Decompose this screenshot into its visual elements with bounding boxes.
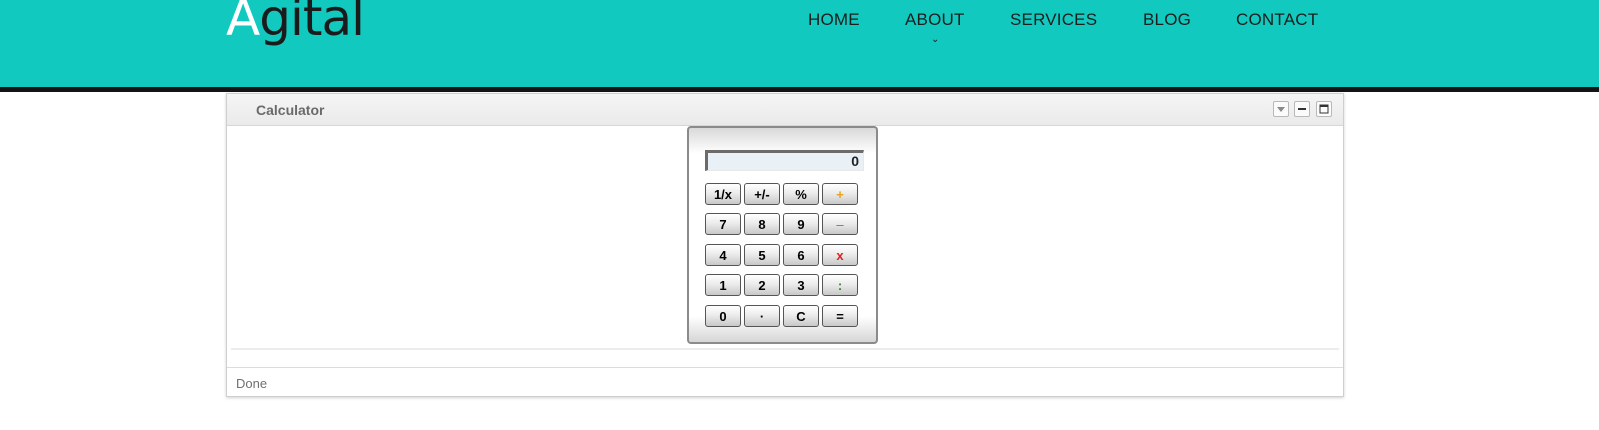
portlet-footer: Done	[227, 367, 1343, 397]
key-plus[interactable]: +	[822, 183, 858, 205]
calculator-display: 0	[705, 150, 864, 171]
key-6[interactable]: 6	[783, 244, 819, 266]
site-header: Agital HOME ABOUT ⌄ SERVICES BLOG CONTAC…	[0, 0, 1599, 92]
maximize-icon[interactable]	[1316, 101, 1332, 117]
nav-item-about[interactable]: ABOUT	[905, 10, 965, 30]
key-minus[interactable]: –	[822, 213, 858, 235]
key-decimal[interactable]: ·	[744, 305, 780, 327]
key-equals[interactable]: =	[822, 305, 858, 327]
key-5[interactable]: 5	[744, 244, 780, 266]
key-percent[interactable]: %	[783, 183, 819, 205]
key-reciprocal[interactable]: 1/x	[705, 183, 741, 205]
logo-first-letter: A	[226, 0, 260, 47]
key-1[interactable]: 1	[705, 274, 741, 296]
key-divide[interactable]: :	[822, 274, 858, 296]
key-multiply[interactable]: x	[822, 244, 858, 266]
calculator-portlet: Calculator 0 1/x +/- % + 7 8 9 – 4 5 6 x…	[226, 93, 1344, 397]
nav-item-contact[interactable]: CONTACT	[1236, 10, 1318, 30]
nav-item-home[interactable]: HOME	[808, 10, 860, 30]
calculator-widget: 0 1/x +/- % + 7 8 9 – 4 5 6 x 1 2 3 : 0 …	[687, 126, 878, 344]
key-clear[interactable]: C	[783, 305, 819, 327]
portlet-divider	[231, 348, 1339, 350]
status-text: Done	[236, 376, 268, 391]
portlet-title: Calculator	[256, 102, 325, 118]
key-9[interactable]: 9	[783, 213, 819, 235]
minimize-icon[interactable]	[1294, 101, 1310, 117]
key-2[interactable]: 2	[744, 274, 780, 296]
portlet-header: Calculator	[227, 94, 1343, 126]
key-0[interactable]: 0	[705, 305, 741, 327]
dropdown-icon[interactable]	[1273, 101, 1289, 117]
nav-item-services[interactable]: SERVICES	[1010, 10, 1097, 30]
key-8[interactable]: 8	[744, 213, 780, 235]
key-3[interactable]: 3	[783, 274, 819, 296]
key-4[interactable]: 4	[705, 244, 741, 266]
site-logo[interactable]: Agital	[226, 0, 365, 50]
logo-text: gital	[259, 0, 365, 47]
nav-item-blog[interactable]: BLOG	[1143, 10, 1191, 30]
key-7[interactable]: 7	[705, 213, 741, 235]
key-sign[interactable]: +/-	[744, 183, 780, 205]
chevron-down-icon: ⌄	[931, 34, 940, 45]
